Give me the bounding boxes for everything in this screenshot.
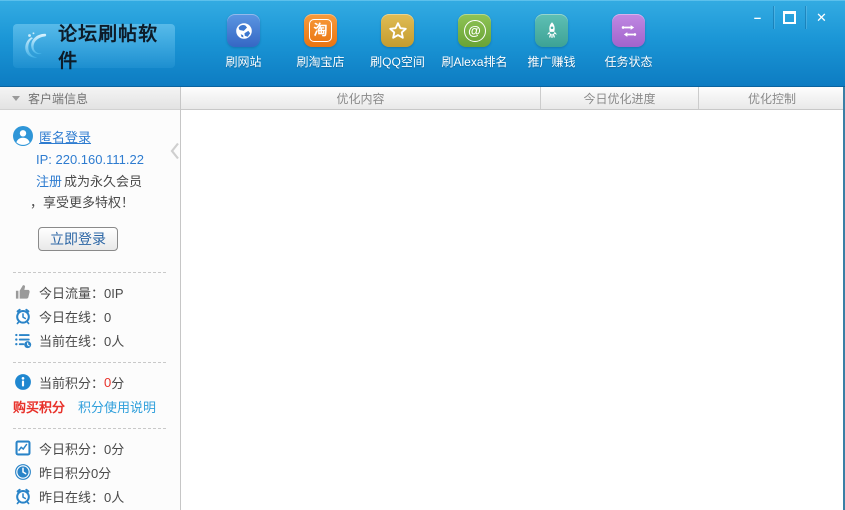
- stat-text: 今日流量：0IP: [39, 285, 124, 301]
- stat-today-traffic: 今日流量：0IP: [0, 280, 180, 304]
- toolbar-button-taobao[interactable]: 淘 刷淘宝店: [282, 14, 359, 70]
- toolbar-label: 任务状态: [604, 55, 653, 69]
- points-links-row: 购买积分 积分使用说明: [0, 394, 180, 418]
- divider: [13, 362, 166, 363]
- stat-current-online: 当前在线：0人: [0, 328, 180, 352]
- toolbar-label: 刷网站: [225, 55, 262, 69]
- toolbar-button-web[interactable]: 刷网站: [205, 14, 282, 70]
- minimize-button[interactable]: –: [742, 6, 773, 29]
- star-icon: [381, 14, 414, 47]
- register-link[interactable]: 注册: [36, 171, 62, 190]
- app-window: 论坛刷帖软件 刷网站 淘 刷淘宝店 刷QQ空间 @ 刷Alexa排名 推广赚钱 …: [0, 0, 845, 510]
- column-header-control[interactable]: 优化控制: [698, 87, 845, 109]
- task-list-header: 优化内容 今日优化进度 优化控制: [181, 87, 845, 110]
- ip-address: IP: 220.160.111.22: [36, 151, 144, 167]
- stat-text: 昨日在线：0人: [39, 489, 125, 505]
- buy-points-link[interactable]: 购买积分: [13, 397, 65, 416]
- app-logo: 论坛刷帖软件: [13, 24, 175, 72]
- divider: [13, 428, 166, 429]
- stat-current-points: 当前积分： 0 分: [0, 370, 180, 394]
- stat-today-online: 今日在线：0: [0, 304, 180, 328]
- stat-text: 当前在线：0人: [39, 333, 125, 349]
- points-value: 0: [104, 374, 112, 390]
- toolbar-label: 刷淘宝店: [296, 55, 345, 69]
- login-now-button[interactable]: 立即登录: [38, 227, 118, 251]
- sidebar-client-info: 客户端信息 匿名登录 IP: 220.160.111.22 注册 成为永久会员 …: [0, 87, 181, 510]
- points-label: 当前积分：: [39, 375, 105, 391]
- close-button[interactable]: ✕: [805, 6, 837, 29]
- maximize-icon: [783, 11, 796, 24]
- titlebar: 论坛刷帖软件 刷网站 淘 刷淘宝店 刷QQ空间 @ 刷Alexa排名 推广赚钱 …: [0, 0, 845, 88]
- sidebar-header[interactable]: 客户端信息: [0, 87, 180, 110]
- points-guide-link[interactable]: 积分使用说明: [78, 397, 156, 416]
- stat-yesterday-online: 昨日在线：0人: [0, 484, 180, 508]
- toolbar-label: 刷Alexa排名: [441, 55, 508, 69]
- login-status-row: 匿名登录: [0, 124, 180, 148]
- swap-arrows-icon: [612, 14, 645, 47]
- taobao-icon: 淘: [304, 14, 337, 47]
- app-title: 论坛刷帖软件: [58, 24, 159, 72]
- sidebar-collapse-icon[interactable]: [170, 142, 179, 165]
- stat-today-points: 今日积分：0分: [0, 436, 180, 460]
- line-chart-icon: [15, 440, 31, 456]
- minimize-icon: –: [753, 10, 762, 25]
- stat-text: 今日在线：0: [39, 309, 112, 325]
- alarm-clock-icon: [16, 488, 30, 505]
- main-panel: 优化内容 今日优化进度 优化控制: [181, 87, 845, 510]
- column-header-progress[interactable]: 今日优化进度: [540, 87, 698, 109]
- alarm-clock-icon: [16, 308, 30, 325]
- info-icon: [15, 374, 31, 390]
- at-icon: @: [458, 14, 491, 47]
- perk-text: ，享受更多特权！: [30, 195, 135, 210]
- globe-icon: [227, 14, 260, 47]
- main-toolbar: 刷网站 淘 刷淘宝店 刷QQ空间 @ 刷Alexa排名 推广赚钱 任务状态: [205, 14, 667, 70]
- user-avatar-icon: [13, 126, 33, 146]
- divider: [13, 272, 166, 273]
- stat-text: 昨日积分0分: [39, 465, 112, 481]
- clock-icon: [15, 464, 31, 480]
- toolbar-button-tasks[interactable]: 任务状态: [590, 14, 667, 70]
- window-controls: – ✕: [742, 6, 837, 29]
- toolbar-label: 推广赚钱: [527, 55, 576, 69]
- toolbar-button-alexa[interactable]: @ 刷Alexa排名: [436, 14, 513, 70]
- toolbar-button-qzone[interactable]: 刷QQ空间: [359, 14, 436, 70]
- list-clock-icon: [15, 333, 32, 349]
- register-row: 注册 成为永久会员: [0, 170, 180, 191]
- toolbar-label: 刷QQ空间: [370, 55, 425, 69]
- anonymous-login-link[interactable]: 匿名登录: [39, 127, 91, 146]
- toolbar-button-promote[interactable]: 推广赚钱: [513, 14, 590, 70]
- stat-text: 今日积分：0分: [39, 441, 125, 457]
- points-unit: 分: [111, 375, 125, 391]
- sidebar-header-label: 客户端信息: [28, 91, 89, 106]
- maximize-button[interactable]: [773, 6, 805, 29]
- triangle-down-icon: [12, 95, 20, 101]
- dragon-logo-icon: [25, 32, 47, 58]
- stat-yesterday-points: 昨日积分0分: [0, 460, 180, 484]
- thumb-up-icon: [15, 285, 30, 299]
- rocket-icon: [535, 14, 568, 47]
- column-header-content[interactable]: 优化内容: [181, 87, 540, 109]
- close-icon: ✕: [816, 9, 827, 25]
- register-text: 成为永久会员: [64, 174, 143, 189]
